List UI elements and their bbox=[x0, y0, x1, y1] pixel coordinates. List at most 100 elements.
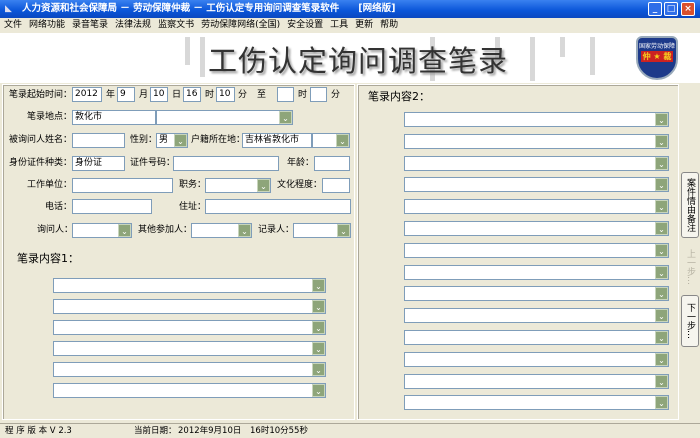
name-input[interactable] bbox=[72, 133, 125, 148]
content-line-combo[interactable]: ⌄ bbox=[53, 362, 326, 377]
chevron-down-icon: ⌄ bbox=[279, 111, 292, 124]
chevron-down-icon: ⌄ bbox=[312, 279, 325, 292]
chevron-down-icon: ⌄ bbox=[174, 134, 187, 147]
content-line-combo[interactable]: ⌄ bbox=[404, 221, 669, 236]
content-line-combo[interactable]: ⌄ bbox=[404, 112, 669, 127]
chevron-down-icon: ⌄ bbox=[312, 300, 325, 313]
recorder-combo[interactable]: ⌄ bbox=[293, 223, 351, 238]
position-combo[interactable]: ⌄ bbox=[205, 178, 271, 193]
banner: 工伤认定询问调查笔录 国家劳动保障仲 ★ 裁 bbox=[0, 33, 700, 83]
month-input[interactable]: 9 bbox=[117, 87, 135, 102]
next-step-button[interactable]: 下一步… bbox=[681, 295, 699, 347]
location-input[interactable]: 敦化市 bbox=[72, 110, 156, 125]
interviewer-label: 询问人： bbox=[37, 225, 74, 235]
content-line-combo[interactable]: ⌄ bbox=[404, 133, 669, 149]
end-hour-input[interactable] bbox=[277, 87, 294, 102]
age-label: 年龄： bbox=[287, 158, 315, 168]
menu-update[interactable]: 更新 bbox=[355, 20, 373, 30]
menu-security[interactable]: 安全设置 bbox=[287, 20, 323, 30]
content-line-combo[interactable]: ⌄ bbox=[404, 395, 669, 411]
menu-bar: 文件 网络功能 录音笔录 法律法规 监察文书 劳动保障网络(全国) 安全设置 工具 更新 帮助 bbox=[0, 18, 700, 33]
chevron-down-icon: ⌄ bbox=[337, 224, 350, 237]
menu-file[interactable]: 文件 bbox=[4, 20, 22, 30]
domicile-combo[interactable]: ⌄ bbox=[312, 133, 350, 148]
phone-input[interactable] bbox=[72, 199, 152, 214]
minimize-button[interactable]: _ bbox=[648, 2, 662, 16]
chevron-down-icon: ⌄ bbox=[312, 321, 325, 334]
location-combo[interactable]: ⌄ bbox=[156, 110, 293, 125]
menu-laws[interactable]: 法律法规 bbox=[115, 20, 151, 30]
age-input[interactable] bbox=[314, 156, 350, 171]
banner-title: 工伤认定询问调查笔录 bbox=[208, 44, 509, 78]
chevron-down-icon: ⌄ bbox=[238, 224, 251, 237]
chevron-down-icon: ⌄ bbox=[655, 134, 668, 148]
chevron-down-icon: ⌄ bbox=[655, 396, 668, 410]
menu-documents[interactable]: 监察文书 bbox=[158, 20, 194, 30]
id-type-input[interactable]: 身份证 bbox=[72, 156, 125, 171]
content-line-combo[interactable]: ⌄ bbox=[404, 286, 669, 302]
domicile-label: 户籍所在地： bbox=[191, 135, 246, 145]
content-line-combo[interactable]: ⌄ bbox=[404, 330, 669, 345]
address-input[interactable] bbox=[205, 199, 351, 214]
domicile-input[interactable]: 吉林省敦化市 bbox=[242, 133, 312, 148]
day-input[interactable]: 10 bbox=[150, 87, 168, 102]
chevron-down-icon: ⌄ bbox=[655, 113, 668, 126]
hour-unit: 时 bbox=[205, 90, 215, 100]
employer-label: 工作单位： bbox=[27, 180, 73, 190]
menu-tools[interactable]: 工具 bbox=[330, 20, 348, 30]
chevron-down-icon: ⌄ bbox=[655, 352, 668, 366]
content-line-combo[interactable]: ⌄ bbox=[404, 351, 669, 367]
employer-input[interactable] bbox=[72, 178, 173, 193]
gender-combo[interactable]: 男 ⌄ bbox=[156, 133, 188, 148]
chevron-down-icon: ⌄ bbox=[312, 363, 325, 376]
participants-combo[interactable]: ⌄ bbox=[191, 223, 252, 238]
hour-input[interactable]: 16 bbox=[183, 87, 201, 102]
content-line-combo[interactable]: ⌄ bbox=[53, 320, 326, 335]
chevron-down-icon: ⌄ bbox=[336, 134, 349, 147]
location-label: 笔录地点： bbox=[27, 112, 73, 122]
close-button[interactable]: × bbox=[681, 2, 695, 16]
chevron-down-icon: ⌄ bbox=[655, 265, 668, 279]
minute-input[interactable]: 10 bbox=[216, 87, 235, 102]
content-line-combo[interactable]: ⌄ bbox=[53, 383, 326, 398]
name-label: 被询问人姓名： bbox=[9, 135, 73, 145]
content-line-combo[interactable]: ⌄ bbox=[53, 341, 326, 356]
content-line-combo[interactable]: ⌄ bbox=[404, 199, 669, 215]
menu-network[interactable]: 网络功能 bbox=[29, 20, 65, 30]
menu-labor-network[interactable]: 劳动保障网络(全国) bbox=[201, 20, 280, 30]
content-line-combo[interactable]: ⌄ bbox=[404, 242, 669, 258]
case-notes-button[interactable]: 案件情由备注 bbox=[681, 172, 699, 238]
chevron-down-icon: ⌄ bbox=[118, 224, 131, 237]
year-input[interactable]: 2012 bbox=[72, 87, 102, 102]
chevron-down-icon: ⌄ bbox=[655, 243, 668, 257]
previous-step-button[interactable]: 上一步… bbox=[681, 242, 699, 292]
end-minute-input[interactable] bbox=[310, 87, 327, 102]
menu-help[interactable]: 帮助 bbox=[380, 20, 398, 30]
maximize-button[interactable]: □ bbox=[664, 2, 678, 16]
arbitration-logo: 国家劳动保障仲 ★ 裁 bbox=[636, 36, 678, 80]
chevron-down-icon: ⌄ bbox=[312, 384, 325, 397]
chevron-down-icon: ⌄ bbox=[655, 200, 668, 214]
menu-audio[interactable]: 录音笔录 bbox=[72, 20, 108, 30]
content-line-combo[interactable]: ⌄ bbox=[53, 278, 326, 293]
address-label: 住址： bbox=[179, 202, 207, 212]
education-input[interactable] bbox=[322, 178, 350, 193]
recorder-label: 记录人： bbox=[258, 225, 295, 235]
content-line-combo[interactable]: ⌄ bbox=[404, 264, 669, 280]
content1-label: 笔录内容1： bbox=[17, 252, 79, 265]
month-unit: 月 bbox=[139, 90, 149, 100]
gender-label: 性别： bbox=[130, 135, 158, 145]
content-line-combo[interactable]: ⌄ bbox=[53, 299, 326, 314]
interviewer-combo[interactable]: ⌄ bbox=[72, 223, 132, 238]
content-line-combo[interactable]: ⌄ bbox=[404, 308, 669, 324]
chevron-down-icon: ⌄ bbox=[655, 178, 668, 192]
id-number-input[interactable] bbox=[173, 156, 279, 171]
content-line-combo[interactable]: ⌄ bbox=[404, 373, 669, 389]
status-bar: 程 序 版 本 V 2.3 当前日期： 2012年9月10日 16时10分55秒 bbox=[0, 423, 700, 438]
content-line-combo[interactable]: ⌄ bbox=[404, 155, 669, 171]
to-label: 至 bbox=[257, 90, 267, 100]
app-icon: ◣ bbox=[5, 4, 12, 14]
chevron-down-icon: ⌄ bbox=[312, 342, 325, 355]
content-line-combo[interactable]: ⌄ bbox=[404, 177, 669, 193]
current-time: 16时10分55秒 bbox=[250, 426, 308, 436]
